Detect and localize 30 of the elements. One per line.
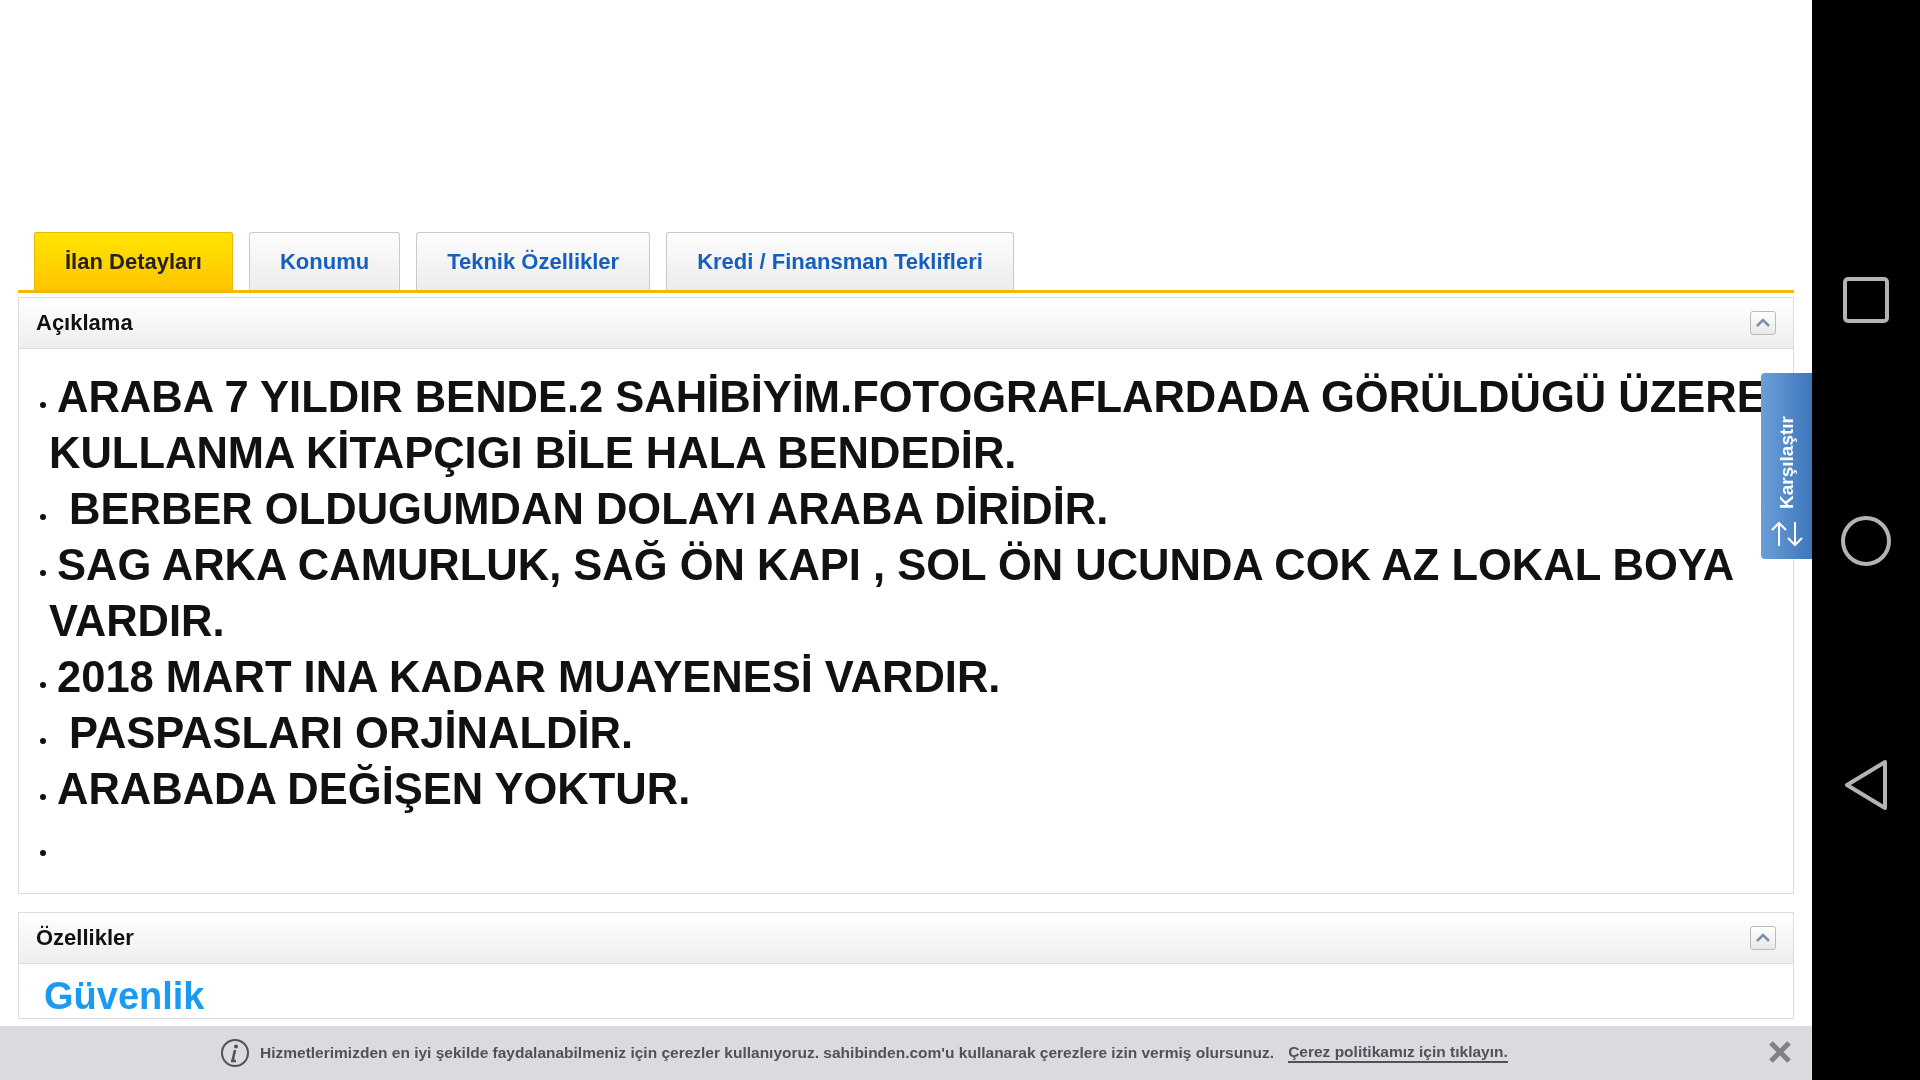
swap-arrows-icon xyxy=(1769,521,1804,547)
bullet-icon xyxy=(40,794,46,800)
collapse-button[interactable] xyxy=(1750,926,1776,950)
description-line: 2018 MART INA KADAR MUAYENESİ VARDIR. xyxy=(56,652,1002,703)
bullet-icon xyxy=(40,402,46,408)
back-icon[interactable] xyxy=(1843,759,1889,811)
description-line: SAG ARKA CAMURLUK, SAĞ ÖN KAPI , SOL ÖN UCUNDA COK AZ LOKAL BOYA VARDIR. xyxy=(49,539,1734,647)
tab[interactable]: Kredi / Finansman Teklifleri xyxy=(666,232,1014,290)
tab[interactable]: Konumu xyxy=(248,232,401,290)
description-line: ARABADA DEĞİŞEN YOKTUR. xyxy=(56,763,692,815)
caret-up-icon xyxy=(1755,933,1771,943)
category-heading: Güvenlik xyxy=(44,975,205,1017)
collapse-button[interactable] xyxy=(1750,311,1776,335)
cookie-message: Hizmetlerimizden en iyi şekilde faydalanabilmeniz için çerezler kullanıyoruz. sahibinden.com'u kullanarak çerezlere izin vermiş olursunuz. xyxy=(260,1044,1275,1062)
section-title: Özellikler xyxy=(36,925,134,951)
bullet-icon xyxy=(40,570,46,576)
recents-icon[interactable] xyxy=(1843,277,1889,323)
tab[interactable]: Teknik Özellikler xyxy=(416,232,651,290)
section-title: Açıklama xyxy=(36,310,133,336)
caret-up-icon xyxy=(1755,318,1771,328)
info-icon xyxy=(220,1038,250,1068)
bullet-icon xyxy=(40,682,46,688)
tab[interactable]: İlan Detayları xyxy=(34,232,233,290)
bullet-icon xyxy=(40,738,46,744)
home-icon[interactable] xyxy=(1840,515,1892,567)
bullet-icon xyxy=(40,514,46,520)
description-line: BERBER OLDUGUMDAN DOLAYI ARABA DİRİDİR. xyxy=(68,484,1110,535)
description-line: PASPASLARI ORJİNALDİR. xyxy=(68,708,635,759)
compare-tab[interactable]: Karşılaştır xyxy=(1761,373,1812,559)
cookie-policy-link[interactable]: Çerez politikamız için tıklayın. xyxy=(1288,1043,1508,1063)
